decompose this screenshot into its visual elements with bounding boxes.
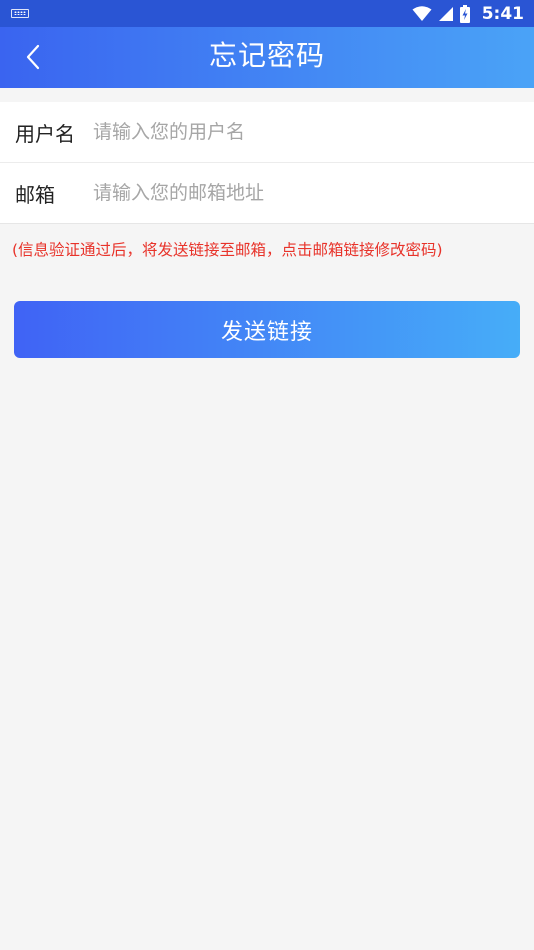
email-label: 邮箱 [15, 182, 55, 207]
send-link-button[interactable]: 发送链接 [14, 301, 520, 358]
username-input[interactable] [93, 112, 534, 152]
status-bar: 5:41 [0, 0, 534, 27]
username-label: 用户名 [15, 121, 75, 146]
status-icons: 5:41 [412, 0, 524, 27]
email-row: 邮箱 [0, 163, 534, 224]
verification-notice: (信息验证通过后，将发送链接至邮箱，点击邮箱链接修改密码) [12, 241, 443, 259]
page-title: 忘记密码 [208, 39, 325, 72]
status-time: 5:41 [481, 3, 524, 24]
battery-charging-icon [459, 4, 470, 23]
keyboard-icon [11, 9, 29, 18]
email-input[interactable] [93, 173, 534, 213]
wifi-icon [412, 5, 432, 22]
app-header: 忘记密码 [0, 27, 534, 88]
username-row: 用户名 [0, 102, 534, 163]
signal-icon [438, 6, 454, 22]
reset-form: 用户名 邮箱 [0, 102, 534, 224]
